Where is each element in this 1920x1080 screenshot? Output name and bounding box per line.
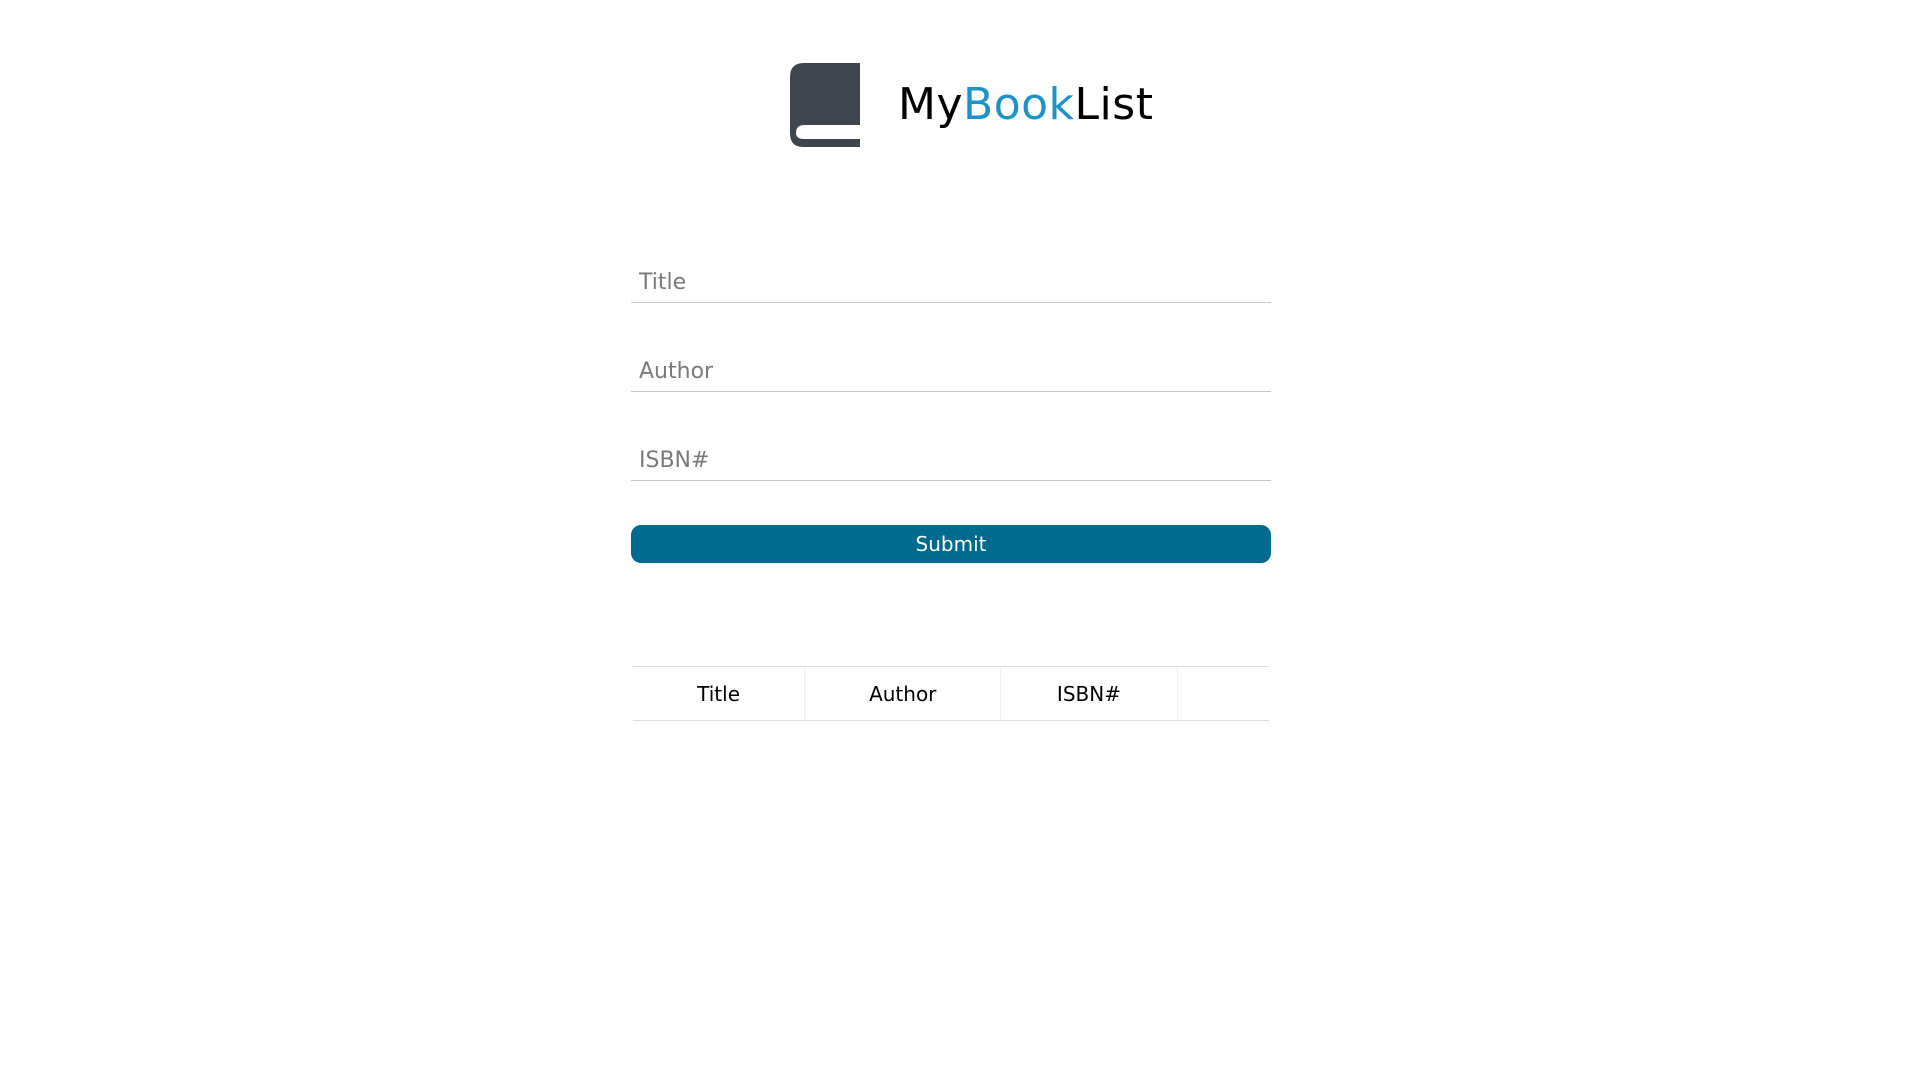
brand-book: Book (963, 79, 1075, 130)
author-field (631, 347, 1271, 392)
isbn-field (631, 436, 1271, 481)
column-header-author: Author (804, 666, 1001, 721)
column-header-title: Title (633, 666, 805, 721)
book-table: Title Author ISBN# (633, 666, 1269, 721)
app-header: MyBookList (790, 62, 1153, 148)
author-input[interactable] (631, 353, 1271, 389)
brand-title: MyBookList (898, 83, 1153, 127)
isbn-input[interactable] (631, 442, 1271, 478)
submit-button[interactable]: Submit (631, 525, 1271, 563)
title-field (631, 258, 1271, 303)
title-input[interactable] (631, 264, 1271, 300)
brand-my: My (898, 79, 964, 130)
book-form: Submit (631, 258, 1271, 563)
book-icon (790, 63, 860, 147)
table-header-row: Title Author ISBN# (633, 666, 1269, 721)
column-header-isbn: ISBN# (1000, 666, 1178, 721)
page: MyBookList Submit Title Author ISBN# (0, 0, 1920, 1080)
column-header-actions (1176, 666, 1269, 721)
brand-list: List (1074, 79, 1154, 130)
